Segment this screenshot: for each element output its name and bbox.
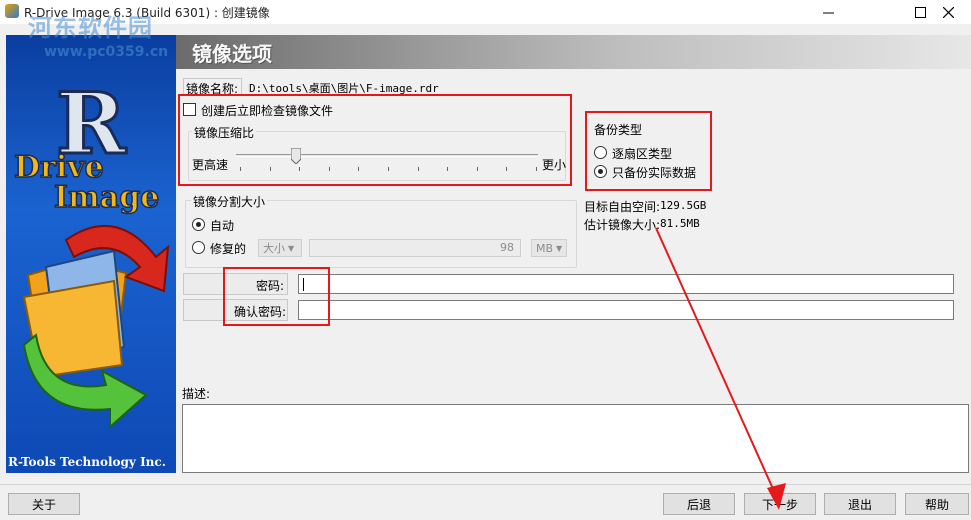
description-label: 描述:	[182, 387, 211, 401]
radio-used-data-only[interactable]	[594, 165, 607, 178]
compression-slider-ticks	[240, 167, 537, 171]
next-button[interactable]: 下一步	[744, 493, 816, 515]
compression-slider-thumb[interactable]	[290, 147, 302, 165]
slider-tick	[358, 167, 360, 171]
radio-split-auto[interactable]	[192, 218, 205, 231]
radio-sector-by-sector[interactable]	[594, 146, 607, 159]
radio-used-data-label: 只备份实际数据	[612, 166, 697, 180]
maximize-icon	[914, 6, 926, 18]
product-banner: R Drive Image	[6, 35, 176, 473]
slider-tick	[447, 167, 449, 171]
free-space-value: 129.5GB	[660, 199, 707, 212]
verify-checkbox[interactable]	[183, 103, 196, 116]
split-fixed-label: 修复的	[210, 242, 247, 256]
app-icon	[5, 4, 19, 18]
split-size-combo-value: 大小	[263, 242, 285, 255]
backup-type-label: 备份类型	[594, 123, 643, 137]
annotation-password	[223, 267, 330, 326]
close-button[interactable]	[925, 0, 971, 24]
confirm-password-input[interactable]	[298, 300, 954, 320]
logo-line2: Image	[54, 180, 159, 215]
about-button[interactable]: 关于	[8, 493, 80, 515]
slider-tick	[506, 167, 508, 171]
free-space-label: 目标自由空间:	[584, 200, 661, 214]
watermark: 河东软件园	[28, 14, 153, 42]
minimize-button[interactable]	[805, 0, 851, 24]
image-name-label: 镜像名称:	[183, 78, 242, 96]
estimated-size-value: 81.5MB	[660, 217, 700, 230]
slider-tick	[269, 167, 271, 171]
close-icon	[942, 6, 954, 18]
slider-tick	[240, 167, 241, 171]
compression-group-label: 镜像压缩比	[192, 124, 257, 141]
compression-right-label: 更小	[542, 158, 567, 172]
watermark-url: www.pc0359.cn	[44, 44, 169, 60]
split-unit-combo-value: MB	[536, 241, 554, 255]
split-unit-combo[interactable]: MB ▼	[531, 239, 567, 257]
description-textarea[interactable]	[182, 404, 969, 473]
banner-artwork: R Drive Image	[13, 73, 170, 430]
split-group-label: 镜像分割大小	[191, 193, 268, 210]
chevron-down-icon: ▼	[288, 243, 295, 253]
minimize-icon	[822, 12, 834, 13]
split-size-input[interactable]: 98	[309, 239, 521, 257]
header-strip	[176, 35, 971, 69]
verify-label: 创建后立即检查镜像文件	[201, 104, 334, 118]
split-size-combo[interactable]: 大小 ▼	[258, 239, 302, 257]
help-button[interactable]: 帮助	[905, 493, 969, 515]
slider-tick	[388, 167, 389, 171]
footer-divider	[0, 484, 971, 485]
slider-tick	[299, 167, 301, 171]
slider-tick	[536, 167, 537, 171]
slider-tick	[417, 167, 419, 171]
compression-slider-track[interactable]	[236, 154, 538, 157]
estimated-size-label: 估计镜像大小:	[584, 218, 661, 232]
slider-tick	[328, 167, 330, 171]
split-group	[185, 200, 577, 268]
radio-split-fixed[interactable]	[192, 241, 205, 254]
exit-button[interactable]: 退出	[824, 493, 896, 515]
compression-left-label: 更高速	[192, 158, 229, 172]
radio-sector-label: 逐扇区类型	[612, 147, 673, 161]
banner-footer: R-Tools Technology Inc.	[8, 455, 166, 469]
chevron-down-icon: ▼	[556, 243, 563, 253]
password-input[interactable]	[298, 274, 954, 294]
page-title: 镜像选项	[192, 42, 272, 66]
slider-tick	[476, 167, 478, 171]
split-auto-label: 自动	[210, 219, 235, 233]
back-button[interactable]: 后退	[663, 493, 735, 515]
